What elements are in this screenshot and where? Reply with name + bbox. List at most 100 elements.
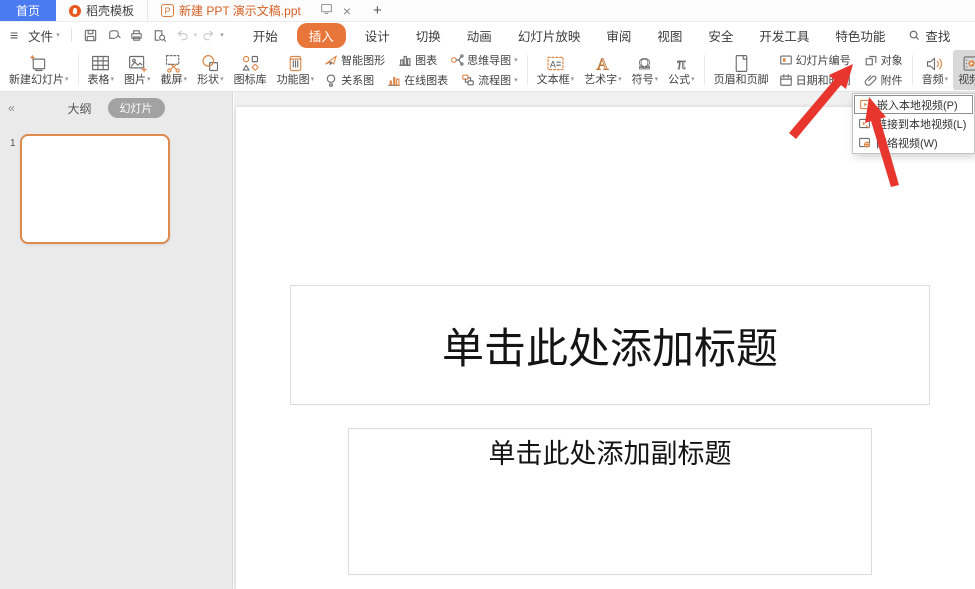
chevron-down-icon: ▾ — [184, 76, 188, 84]
save-button[interactable] — [79, 26, 102, 45]
new-slide-button[interactable]: 新建幻灯片 ▾ — [4, 50, 74, 90]
chevron-down-icon: ▾ — [111, 76, 115, 84]
menu-item-slideshow[interactable]: 幻灯片放映 — [505, 23, 594, 48]
hamburger-menu-icon[interactable]: ≡ — [10, 27, 18, 43]
table-button[interactable]: 表格 ▾ — [83, 50, 120, 90]
tab-close-icon[interactable]: × — [343, 4, 351, 18]
print-button[interactable] — [125, 26, 148, 45]
toolbar-options-caret-icon[interactable]: ▾ — [220, 31, 224, 39]
smart-graphic-button[interactable]: 智能图形 — [324, 52, 385, 68]
flow-chart-icon — [461, 73, 475, 87]
smart-graphic-icon — [324, 53, 338, 67]
text-box-button[interactable]: A 文本框 ▾ — [532, 50, 580, 90]
chevron-down-icon: ▾ — [514, 76, 518, 84]
subtitle-placeholder[interactable]: 单击此处添加副标题 — [348, 428, 872, 575]
online-chart-icon — [387, 73, 401, 87]
chevron-down-icon: ▾ — [571, 76, 575, 84]
mind-map-icon — [450, 53, 464, 67]
video-button[interactable]: 视频 ▾ — [953, 50, 975, 90]
toolbar-button-label: 视频 ▾ — [958, 74, 975, 87]
menu-item-security[interactable]: 安全 — [695, 23, 746, 48]
screenshot-button[interactable]: 截屏 ▾ — [156, 50, 193, 90]
chart-button[interactable]: 图表 — [398, 52, 437, 68]
undo-button[interactable] — [171, 26, 194, 45]
object-button[interactable]: 对象 — [864, 52, 903, 68]
word-art-button[interactable]: A 艺术字 ▾ — [579, 50, 627, 90]
date-time-button[interactable]: 日期和时间 — [779, 72, 851, 88]
relation-diagram-button[interactable]: 关系图 — [324, 72, 374, 88]
slide-number-button[interactable]: 幻灯片编号 — [779, 52, 851, 68]
flow-chart-button[interactable]: 流程图 ▾ — [461, 72, 518, 88]
chevron-down-icon: ▾ — [56, 31, 60, 39]
print-preview-button[interactable] — [148, 26, 171, 45]
search-button[interactable]: 查找 — [898, 26, 960, 45]
split-screen-icon[interactable] — [320, 2, 333, 20]
paperclip-icon — [864, 73, 878, 87]
title-placeholder-text: 单击此处添加标题 — [442, 315, 778, 376]
chevron-down-icon: ▾ — [220, 76, 224, 84]
slide-editing-area[interactable]: 单击此处添加标题 单击此处添加副标题 — [236, 107, 975, 589]
chevron-down-icon: ▾ — [691, 76, 695, 84]
redo-button[interactable] — [197, 26, 220, 45]
search-label: 查找 — [925, 26, 950, 45]
attachment-button[interactable]: 附件 — [864, 72, 903, 88]
svg-text:π: π — [677, 54, 686, 73]
menu-item-view[interactable]: 视图 — [644, 23, 695, 48]
ppt-file-icon: P — [161, 4, 174, 17]
toolbar-button-label: 文本框 ▾ — [537, 74, 575, 87]
menu-item-start[interactable]: 开始 — [240, 23, 291, 48]
embed-video-icon — [859, 98, 872, 111]
menu-item-review[interactable]: 审阅 — [593, 23, 644, 48]
tab-docer-label: 稻壳模板 — [86, 2, 134, 19]
speaker-icon — [924, 52, 945, 74]
menu-item-transition[interactable]: 切换 — [403, 23, 454, 48]
slide-thumbnail-number: 1 — [10, 138, 16, 149]
menu-item-design[interactable]: 设计 — [352, 23, 403, 48]
slides-tab[interactable]: 幻灯片 — [108, 98, 165, 118]
toolbar-button-label: 表格 ▾ — [88, 74, 115, 87]
mind-map-button[interactable]: 思维导图 ▾ — [450, 52, 518, 68]
export-button[interactable] — [102, 26, 125, 45]
file-menu-button[interactable]: 文件 ▾ — [24, 26, 64, 45]
menu-item-link-local-video[interactable]: 链接到本地视频(L) — [854, 114, 973, 133]
menu-item-features[interactable]: 特色功能 — [822, 23, 898, 48]
header-footer-button[interactable]: 页眉和页脚 — [709, 50, 774, 90]
menu-item-web-video[interactable]: 网络视频(W) — [854, 133, 973, 152]
title-placeholder[interactable]: 单击此处添加标题 — [290, 285, 930, 405]
slide-thumbnail[interactable] — [20, 134, 170, 244]
tab-home[interactable]: 首页 — [0, 0, 56, 21]
tab-document[interactable]: P 新建 PPT 演示文稿.ppt — [148, 0, 314, 21]
function-diagram-button[interactable]: 功能图 ▾ — [272, 50, 320, 90]
link-video-icon — [858, 117, 871, 130]
menu-item-embed-local-video[interactable]: 嵌入本地视频(P) — [854, 95, 973, 114]
picture-button[interactable]: 图片 ▾ — [119, 50, 156, 90]
chart-icon — [398, 53, 412, 67]
icon-library-button[interactable]: 图标库 — [229, 50, 272, 90]
slide-number-icon — [779, 53, 793, 67]
outline-tab[interactable]: 大纲 — [67, 100, 91, 117]
chevron-down-icon: ▾ — [655, 76, 659, 84]
insert-meta-group: 幻灯片编号 对象 日期和时间 — [774, 50, 908, 90]
new-tab-button[interactable]: + — [373, 0, 382, 21]
toolbar-button-label: 符号 ▾ — [632, 74, 659, 87]
table-icon — [90, 52, 111, 74]
divider — [527, 55, 528, 85]
diagram-group: 智能图形 图表 思维导图 ▾ — [319, 50, 523, 90]
collapse-panel-icon[interactable]: « — [8, 101, 15, 115]
divider — [912, 55, 913, 85]
header-footer-icon — [731, 52, 752, 74]
online-chart-button[interactable]: 在线图表 — [387, 72, 448, 88]
tab-docer-templates[interactable]: 稻壳模板 — [56, 0, 148, 21]
toolbar-button-label: 图片 ▾ — [124, 74, 151, 87]
menu-item-devtools[interactable]: 开发工具 — [746, 23, 822, 48]
shapes-button[interactable]: 形状 ▾ — [192, 50, 229, 90]
symbol-button[interactable]: Ω 符号 ▾ — [627, 50, 664, 90]
audio-button[interactable]: 音频 ▾ — [917, 50, 954, 90]
toolbar-button-label: 功能图 ▾ — [277, 74, 315, 87]
chevron-down-icon: ▾ — [514, 56, 518, 64]
function-diagram-icon — [285, 52, 306, 74]
formula-button[interactable]: π 公式 ▾ — [663, 50, 700, 90]
menu-item-insert[interactable]: 插入 — [297, 23, 346, 48]
calendar-icon — [779, 73, 793, 87]
menu-item-animation[interactable]: 动画 — [454, 23, 505, 48]
